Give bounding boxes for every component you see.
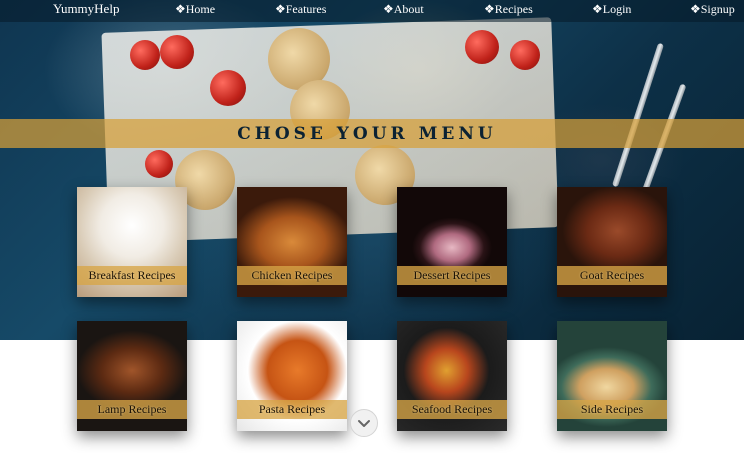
strawberry-decoration <box>130 40 160 70</box>
recipe-card-pasta[interactable]: Pasta Recipes <box>237 321 347 431</box>
recipe-card-label: Side Recipes <box>557 400 667 419</box>
recipe-card-seafood[interactable]: Seafood Recipes <box>397 321 507 431</box>
strawberry-decoration <box>160 35 194 69</box>
nav-link-signup[interactable]: ❖Signup <box>690 2 735 17</box>
page-title: CHOSE YOUR MENU <box>237 123 497 144</box>
chevron-down-icon <box>358 419 370 427</box>
recipe-card-dessert[interactable]: Dessert Recipes <box>397 187 507 297</box>
recipe-card-label: Breakfast Recipes <box>77 266 187 285</box>
brand-logo-text[interactable]: YummyHelp <box>53 1 119 17</box>
strawberry-decoration <box>510 40 540 70</box>
recipe-card-goat[interactable]: Goat Recipes <box>557 187 667 297</box>
strawberry-decoration <box>465 30 499 64</box>
nav-link-about[interactable]: ❖About <box>383 2 424 17</box>
nav-link-home[interactable]: ❖Home <box>175 2 215 17</box>
nav-link-login[interactable]: ❖Login <box>592 2 631 17</box>
top-navigation: YummyHelp ❖Home ❖Features ❖About ❖Recipe… <box>0 0 744 22</box>
recipe-card-chicken[interactable]: Chicken Recipes <box>237 187 347 297</box>
strawberry-decoration <box>210 70 246 106</box>
recipe-card-label: Pasta Recipes <box>237 400 347 419</box>
recipe-card-lamp[interactable]: Lamp Recipes <box>77 321 187 431</box>
recipe-card-label: Goat Recipes <box>557 266 667 285</box>
recipe-card-side[interactable]: Side Recipes <box>557 321 667 431</box>
recipe-card-label: Dessert Recipes <box>397 266 507 285</box>
recipe-card-label: Seafood Recipes <box>397 400 507 419</box>
scroll-down-button[interactable] <box>350 409 378 437</box>
strawberry-decoration <box>145 150 173 178</box>
recipe-card-breakfast[interactable]: Breakfast Recipes <box>77 187 187 297</box>
recipe-card-label: Chicken Recipes <box>237 266 347 285</box>
nav-link-features[interactable]: ❖Features <box>275 2 326 17</box>
recipe-card-label: Lamp Recipes <box>77 400 187 419</box>
menu-banner: CHOSE YOUR MENU <box>0 119 744 148</box>
nav-link-recipes[interactable]: ❖Recipes <box>484 2 533 17</box>
